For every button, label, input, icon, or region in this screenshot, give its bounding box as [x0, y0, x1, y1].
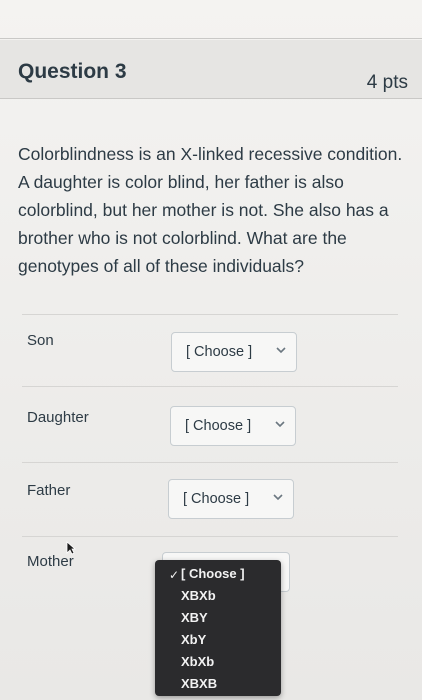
dropdown-option-xbxb-dominant[interactable]: XBXB — [181, 676, 217, 691]
mouse-pointer-icon — [66, 541, 76, 555]
divider — [22, 386, 398, 387]
daughter-select[interactable]: [ Choose ] — [170, 406, 296, 446]
checkmark-icon: ✓ — [169, 568, 180, 582]
dropdown-option-choose[interactable]: [ Choose ] — [181, 566, 245, 581]
answer-label-father: Father — [27, 482, 71, 499]
answer-label-son: Son — [27, 332, 54, 349]
chevron-down-icon — [276, 347, 286, 354]
divider — [22, 462, 398, 463]
quiz-page: Question 3 4 pts Colorblindness is an X-… — [0, 0, 422, 700]
question-points: 4 pts — [366, 72, 408, 93]
father-select-value: [ Choose ] — [183, 491, 250, 507]
son-select[interactable]: [ Choose ] — [171, 332, 297, 372]
divider — [22, 314, 398, 315]
question-text: Colorblindness is an X-linked recessive … — [18, 144, 403, 276]
answer-label-daughter: Daughter — [27, 409, 89, 426]
dropdown-option-xbxb-upper[interactable]: XBXb — [181, 588, 216, 603]
divider — [22, 536, 398, 537]
father-select[interactable]: [ Choose ] — [168, 479, 294, 519]
chevron-down-icon — [275, 421, 285, 428]
question-header: Question 3 4 pts — [0, 40, 422, 99]
dropdown-option-xby-upper[interactable]: XBY — [181, 610, 208, 625]
answer-label-mother: Mother — [27, 553, 74, 570]
mother-dropdown-menu: ✓ [ Choose ] XBXb XBY XbY XbXb XBXB — [155, 560, 281, 696]
dropdown-option-xby-lower[interactable]: XbY — [181, 632, 206, 647]
daughter-select-value: [ Choose ] — [185, 418, 252, 434]
son-select-value: [ Choose ] — [186, 344, 253, 360]
question-title: Question 3 — [18, 60, 127, 83]
chevron-down-icon — [273, 494, 283, 501]
dropdown-option-xbxb-lower[interactable]: XbXb — [181, 654, 214, 669]
top-divider — [0, 38, 422, 39]
